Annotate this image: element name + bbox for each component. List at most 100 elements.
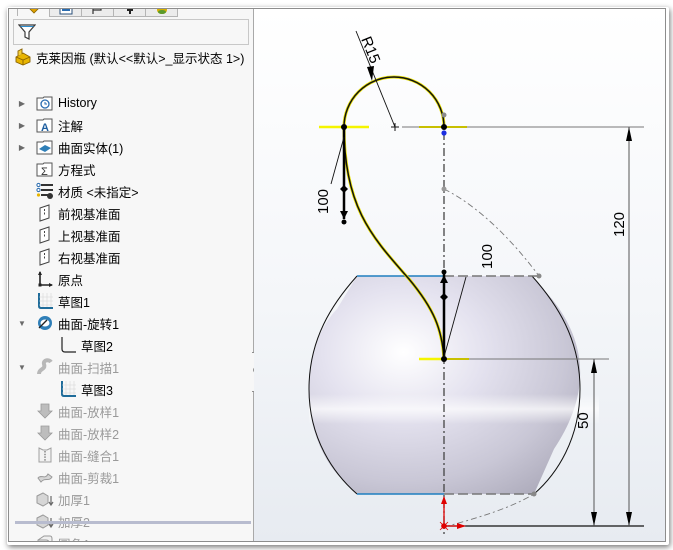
dimension-arrow [591,359,597,373]
radius-arrow [367,66,374,81]
tree-item-label: 方程式 [58,163,96,178]
tree-item-label: 右视基准面 [58,251,121,266]
sketch-canvas[interactable]: R15 100 100 120 50 [254,9,665,541]
collapse-arrow-icon[interactable]: ▼ [17,362,27,372]
tab-displaymanager[interactable] [145,9,178,17]
tab-featuremanager[interactable] [17,9,50,16]
tab-propertymanager[interactable] [49,9,82,17]
tab-configurationmanager[interactable] [81,9,114,17]
dimension-arrow [626,127,632,141]
filter-icon [18,24,36,40]
spline-handle-top[interactable] [340,127,348,225]
thicken-icon [35,489,55,509]
expand-arrow-icon[interactable]: ▶ [17,142,27,152]
knit-surface-icon [35,445,55,465]
equations-folder-icon: Σ [35,159,55,179]
tree-item-label: 原点 [58,273,84,288]
fillet-icon [35,533,55,541]
dimension-arrow [591,512,597,526]
material-icon [35,181,55,201]
tree-item[interactable]: 曲面-扫描1 [35,356,119,378]
loft-surface-icon [35,401,55,421]
rollback-bar[interactable] [15,521,251,524]
loft-surface-icon [35,423,55,443]
svg-text:A: A [41,122,49,134]
expand-arrow-icon[interactable]: ▶ [17,120,27,130]
tree-item-label: History [58,96,97,110]
tree-item-label: 圆角1 [58,534,90,542]
sketch-point-selected[interactable] [441,130,447,136]
sketch-outline-icon [58,335,78,355]
solidworks-window: 克莱因瓶 (默认<<默认>_显示状态 1>) ▶ History ▶ A 注解 ▶ 曲面实体… [8,8,666,542]
tree-item-label: 注解 [58,119,84,134]
dimension-120[interactable]: 120 [611,212,628,237]
tree-filter[interactable] [13,19,249,45]
construction-point[interactable] [531,491,537,497]
graphics-area[interactable]: R15 100 100 120 50 [254,9,665,541]
dimension-leader [330,136,345,185]
surface-bodies-folder-icon [35,137,55,157]
tree-item[interactable]: 曲面-放样2 [35,422,119,444]
tree-item-label: 草图3 [81,383,113,398]
tree-item[interactable]: 圆角1 [35,532,90,542]
tree-item-label: 曲面-旋转1 [58,317,120,332]
tree-item[interactable]: A 注解 [35,114,83,136]
tree-item[interactable]: 草图2 [58,334,113,356]
tree-item[interactable]: 前视基准面 [35,202,121,224]
sketch-icon [35,291,55,311]
plane-icon [35,203,55,223]
tree-item[interactable]: 曲面-放样1 [35,400,119,422]
revolve-surface-icon [35,313,55,333]
manager-tabs [9,9,253,17]
construction-point[interactable] [441,112,447,118]
tree-item[interactable]: 上视基准面 [35,224,121,246]
feature-manager-panel: 克莱因瓶 (默认<<默认>_显示状态 1>) ▶ History ▶ A 注解 ▶ 曲面实体… [9,9,254,541]
featuremanager-icon [28,9,39,14]
tree-item-label: 曲面-放样1 [58,405,120,420]
collapse-arrow-icon[interactable]: ▼ [17,318,27,328]
tree-item-label: 前视基准面 [58,207,121,222]
construction-point[interactable] [536,273,542,279]
tree-item[interactable]: 曲面实体(1) [35,136,123,158]
tree-item[interactable]: 曲面-旋转1 [35,312,119,334]
tree-item-label: 材质 <未指定> [58,185,139,200]
tree-item-label: 曲面-扫描1 [58,361,120,376]
displaymanager-icon [156,9,167,14]
sketch-endpoint[interactable] [441,124,447,130]
dimension-tangent-weight-bottom[interactable]: 100 [479,244,496,269]
construction-arc-lower[interactable] [443,493,535,528]
tree-item[interactable]: 右视基准面 [35,246,121,268]
expand-arrow-icon[interactable]: ▶ [17,98,27,108]
tree-item[interactable]: 曲面-缝合1 [35,444,119,466]
tree-item-label: 上视基准面 [58,229,121,244]
configurationmanager-icon [91,9,102,14]
tree-item-label: 曲面-缝合1 [58,449,120,464]
tree-item-label: 曲面-放样2 [58,427,120,442]
tree-item[interactable]: History [35,92,97,114]
sweep-surface-icon [35,357,55,377]
tree-item[interactable]: 草图3 [58,378,113,400]
plane-icon [35,247,55,267]
dimension-tangent-weight-top[interactable]: 100 [315,189,332,214]
history-folder-icon [35,93,55,113]
tree-item-label: 草图2 [81,339,113,354]
origin-icon [35,269,55,289]
tree-root[interactable]: 克莱因瓶 (默认<<默认>_显示状态 1>) [13,46,244,68]
annotations-folder-icon: A [35,115,55,135]
tree-item[interactable]: 原点 [35,268,83,290]
tree-item-label: 草图1 [58,295,90,310]
trim-surface-icon [35,467,55,487]
tree-item[interactable]: 加厚1 [35,488,90,510]
dimension-50[interactable]: 50 [575,412,592,429]
tree-item-label: 加厚1 [58,493,90,508]
surface-body[interactable] [308,275,600,495]
dimension-arrow [626,512,632,526]
construction-point[interactable] [441,186,447,192]
tree-item[interactable]: 草图1 [35,290,90,312]
tree-item[interactable]: 曲面-剪裁1 [35,466,119,488]
tree-item[interactable]: Σ 方程式 [35,158,96,180]
tab-dimxpertmanager[interactable] [113,9,146,17]
tree-item[interactable]: 材质 <未指定> [35,180,139,202]
dimension-r15[interactable]: R15 [357,34,383,66]
dimxpert-icon [126,9,133,14]
